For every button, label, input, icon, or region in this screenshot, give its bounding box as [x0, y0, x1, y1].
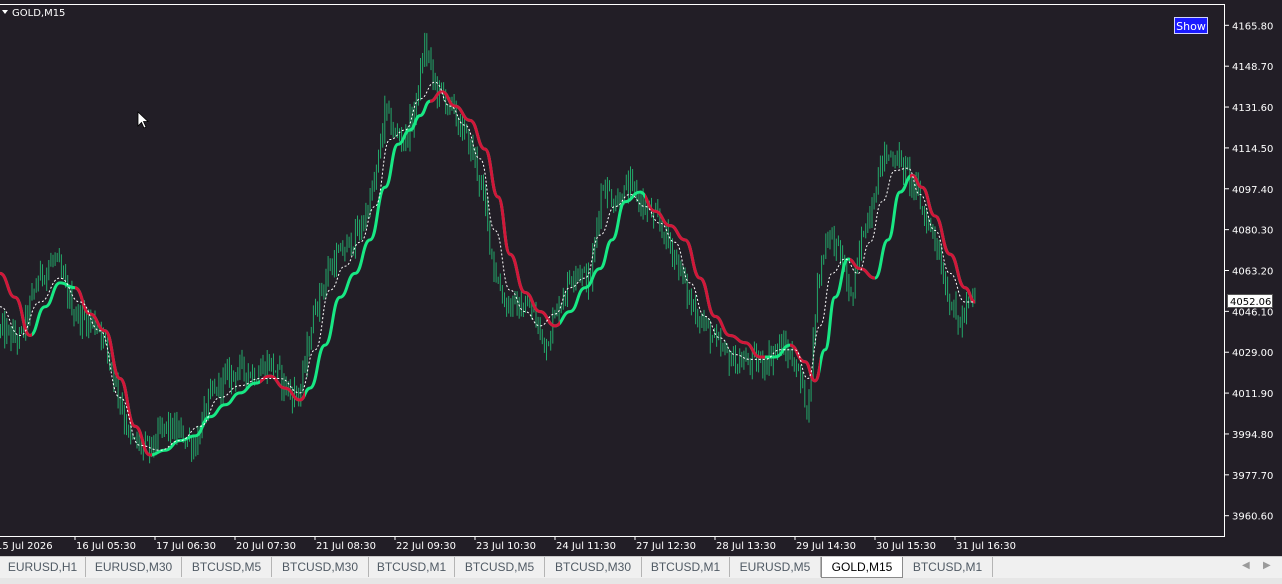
- chart-title: GOLD,M15: [12, 8, 65, 19]
- tab-btcusd-m1[interactable]: BTCUSD,M1: [903, 557, 993, 577]
- price-tick-label: 4011.90: [1232, 389, 1273, 400]
- time-tick-label: 20 Jul 07:30: [236, 541, 296, 552]
- chart-background: [0, 0, 1282, 556]
- price-tick-label: 3960.60: [1232, 512, 1273, 523]
- time-tick-label: 23 Jul 10:30: [476, 541, 536, 552]
- price-tick-label: 4029.00: [1232, 348, 1273, 359]
- price-tick-label: 3977.70: [1232, 471, 1273, 482]
- time-tick-label: 17 Jul 06:30: [156, 541, 216, 552]
- price-tick-label: 4080.30: [1232, 226, 1273, 237]
- time-tick-label: 15 Jul 2026: [0, 541, 53, 552]
- tab-btcusd-m5[interactable]: BTCUSD,M5: [182, 557, 272, 577]
- price-tick-label: 3994.80: [1232, 430, 1273, 441]
- show-button-label: Show: [1176, 20, 1206, 33]
- price-tick-label: 4046.10: [1232, 307, 1273, 318]
- price-tick-label: 4114.50: [1232, 144, 1273, 155]
- current-price-label: 4052.06: [1227, 294, 1273, 308]
- time-tick-label: 28 Jul 13:30: [716, 541, 776, 552]
- time-tick-label: 24 Jul 11:30: [556, 541, 616, 552]
- symbol-tab-bar: EURUSD,H1 EURUSD,M30 BTCUSD,M5 BTCUSD,M30 BT…: [0, 556, 1282, 579]
- tab-btcusd-m5[interactable]: BTCUSD,M5: [455, 557, 545, 577]
- time-tick-label: 31 Jul 16:30: [956, 541, 1016, 552]
- price-tick-label: 4097.40: [1232, 185, 1273, 196]
- price-tick-label: 4148.70: [1232, 62, 1273, 73]
- tab-eurusd-h1[interactable]: EURUSD,H1: [0, 557, 86, 577]
- status-strip: [0, 578, 1282, 584]
- tab-gold-m15[interactable]: GOLD,M15: [821, 557, 903, 578]
- time-tick-label: 16 Jul 05:30: [76, 541, 136, 552]
- tab-scroll-left-icon[interactable]: ◀: [1242, 560, 1250, 571]
- time-tick-label: 27 Jul 12:30: [636, 541, 696, 552]
- price-tick-label: 4165.80: [1232, 21, 1273, 32]
- chart-symbol-label[interactable]: GOLD,M15: [2, 8, 65, 19]
- price-tick-label: 4063.20: [1232, 267, 1273, 278]
- time-tick-label: 21 Jul 08:30: [316, 541, 376, 552]
- tab-eurusd-m30[interactable]: EURUSD,M30: [86, 557, 182, 577]
- time-tick-label: 29 Jul 14:30: [796, 541, 856, 552]
- tab-btcusd-m30[interactable]: BTCUSD,M30: [545, 557, 642, 577]
- price-tick-label: 4131.60: [1232, 103, 1273, 114]
- tab-btcusd-m1[interactable]: BTCUSD,M1: [369, 557, 455, 577]
- tab-scroll-right-icon[interactable]: ▶: [1263, 560, 1271, 571]
- current-price-value: 4052.06: [1230, 297, 1271, 308]
- time-tick-label: 22 Jul 09:30: [396, 541, 456, 552]
- tab-btcusd-m1[interactable]: BTCUSD,M1: [642, 557, 730, 577]
- tab-eurusd-m5[interactable]: EURUSD,M5: [730, 557, 821, 577]
- price-chart[interactable]: 4165.80 4148.70 4131.60 4114.50 4097.40 4080.…: [0, 0, 1282, 556]
- show-button[interactable]: Show: [1174, 17, 1208, 34]
- tab-btcusd-m30[interactable]: BTCUSD,M30: [272, 557, 369, 577]
- time-tick-label: 30 Jul 15:30: [876, 541, 936, 552]
